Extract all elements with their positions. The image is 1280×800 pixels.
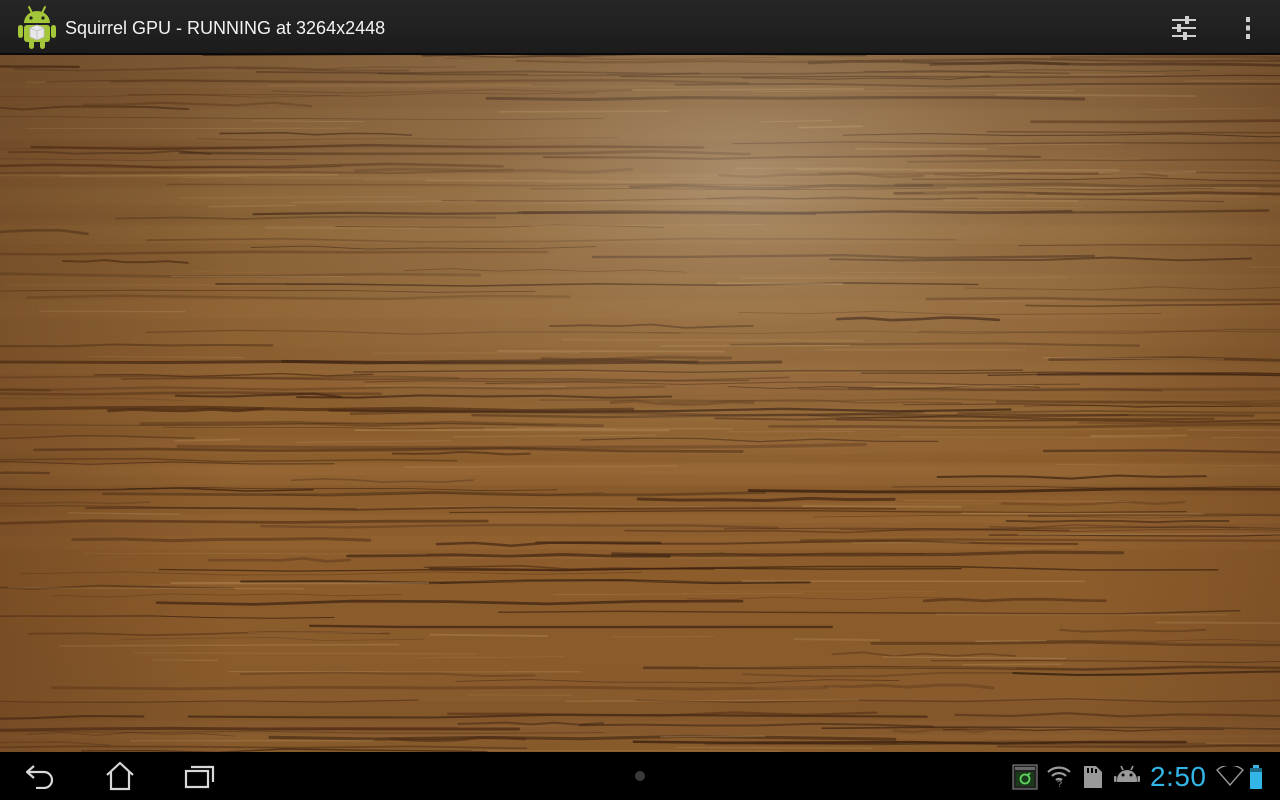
recent-apps-icon[interactable]	[172, 758, 228, 794]
clock[interactable]: 2:50	[1150, 761, 1207, 793]
android-debug-icon[interactable]	[1114, 764, 1140, 786]
action-bar: Squirrel GPU - RUNNING at 3264x2448	[0, 0, 1280, 55]
device-screen: Squirrel GPU - RUNNING at 3264x2448 ? 2:…	[0, 0, 1280, 800]
sd-card-icon[interactable]	[1082, 764, 1104, 790]
wifi-signal-icon[interactable]	[1216, 766, 1244, 786]
screenshot-icon[interactable]	[1012, 764, 1038, 790]
home-icon[interactable]	[92, 758, 148, 794]
sliders-icon[interactable]	[1164, 8, 1204, 48]
svg-text:?: ?	[1057, 779, 1062, 788]
battery-icon[interactable]	[1249, 764, 1263, 790]
android-robot-icon[interactable]	[17, 4, 57, 50]
system-bar: ? 2:50	[0, 752, 1280, 800]
overflow-menu-icon[interactable]	[1228, 8, 1268, 48]
wood-grain-image	[0, 55, 1280, 752]
lights-out-dot	[635, 771, 645, 781]
wifi-icon[interactable]: ?	[1046, 764, 1072, 788]
app-title: Squirrel GPU - RUNNING at 3264x2448	[65, 18, 386, 38]
back-icon[interactable]	[12, 758, 68, 794]
camera-preview[interactable]	[0, 55, 1280, 752]
